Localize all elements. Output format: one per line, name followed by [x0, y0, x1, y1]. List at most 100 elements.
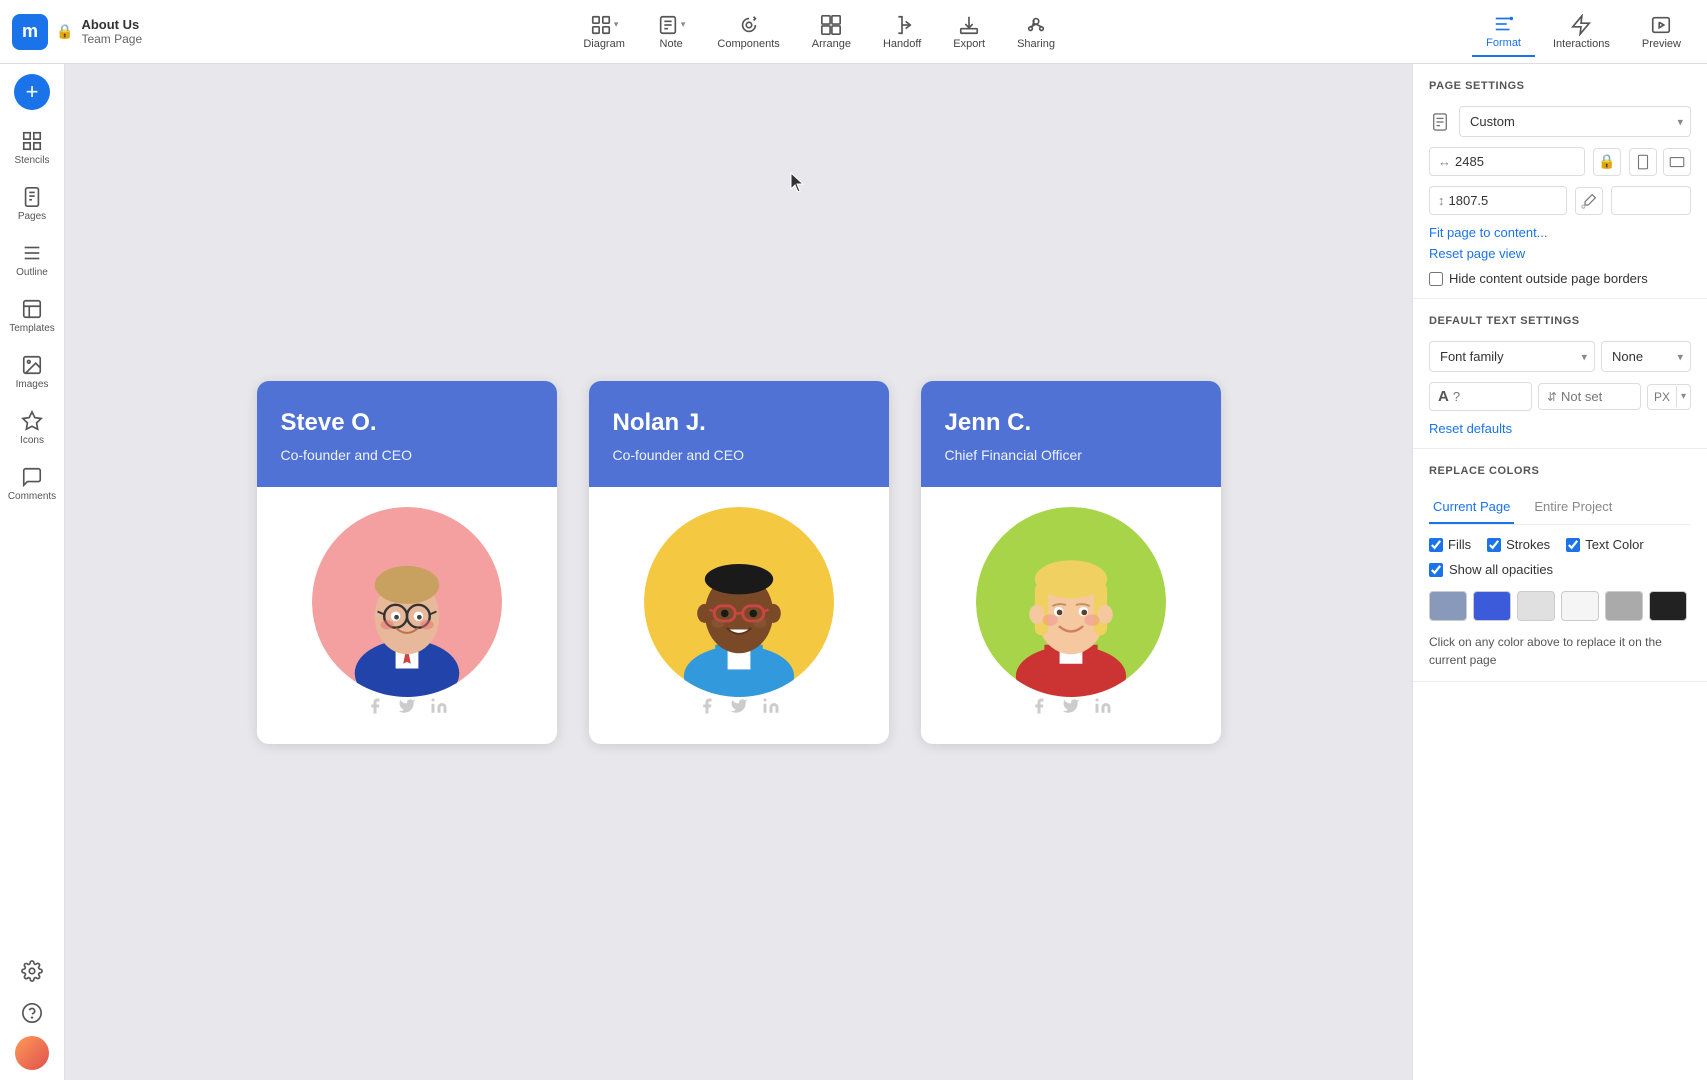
- swatch-very-light-gray[interactable]: [1561, 591, 1599, 621]
- height-input-wrap: ↕: [1429, 186, 1567, 215]
- topbar: m 🔒 About Us Team Page ▾ Diagram ▾ Note: [0, 0, 1707, 64]
- settings-icon: [21, 960, 43, 982]
- page-info: About Us Team Page: [81, 17, 142, 46]
- text-color-check-item: Text Color: [1566, 537, 1644, 552]
- sharing-button[interactable]: Sharing: [1003, 8, 1069, 56]
- text-color-label: Text Color: [1585, 537, 1644, 552]
- canvas[interactable]: Steve O. Co-founder and CEO: [65, 64, 1412, 1080]
- fills-check-item: Fills: [1429, 537, 1471, 552]
- help-icon: [21, 1002, 43, 1024]
- font-family-select[interactable]: Font family Arial Helvetica: [1429, 341, 1595, 372]
- swatch-medium-gray[interactable]: [1605, 591, 1643, 621]
- avatar-nolan: [644, 507, 834, 697]
- avatar-illustration-nolan: [644, 507, 834, 697]
- width-input[interactable]: [1455, 154, 1576, 169]
- fill-row: [1575, 186, 1691, 215]
- reset-view-link[interactable]: Reset page view: [1429, 246, 1691, 261]
- fill-color-picker[interactable]: [1575, 187, 1603, 215]
- font-family-wrapper[interactable]: Font family Arial Helvetica: [1429, 341, 1595, 372]
- reset-defaults-link[interactable]: Reset defaults: [1429, 421, 1691, 436]
- card-header-steve: Steve O. Co-founder and CEO: [257, 381, 557, 487]
- replace-colors-title: REPLACE COLORS: [1429, 465, 1691, 477]
- tab-entire-project[interactable]: Entire Project: [1530, 491, 1616, 524]
- fit-page-link[interactable]: Fit page to content...: [1429, 225, 1691, 240]
- diagram-icon: [590, 14, 612, 36]
- custom-row: Custom A4 Letter: [1429, 106, 1691, 137]
- social-icons-nolan: [698, 697, 780, 720]
- swatch-light-gray[interactable]: [1517, 591, 1555, 621]
- sharing-icon: [1025, 14, 1047, 36]
- note-icon: [657, 14, 679, 36]
- page-settings-section: PAGE SETTINGS Custom A4 Letter ↔: [1413, 64, 1707, 299]
- interactions-icon: [1570, 14, 1592, 36]
- font-size-input[interactable]: [1453, 389, 1503, 404]
- hide-content-checkbox[interactable]: [1429, 272, 1443, 286]
- default-text-settings-section: DEFAULT TEXT SETTINGS Font family Arial …: [1413, 299, 1707, 449]
- custom-select[interactable]: Custom A4 Letter: [1459, 106, 1691, 137]
- custom-select-wrapper[interactable]: Custom A4 Letter: [1459, 106, 1691, 137]
- tab-current-page[interactable]: Current Page: [1429, 491, 1514, 524]
- height-row: ↕: [1429, 186, 1691, 215]
- fills-checkbox[interactable]: [1429, 538, 1443, 552]
- font-style-select[interactable]: None Bold Italic: [1601, 341, 1691, 372]
- swatch-blue-gray[interactable]: [1429, 591, 1467, 621]
- width-icon: ↔: [1438, 154, 1451, 169]
- font-family-row: Font family Arial Helvetica None Bold It…: [1429, 341, 1691, 372]
- unit-caret[interactable]: ▾: [1676, 386, 1690, 407]
- show-opacities-checkbox[interactable]: [1429, 563, 1443, 577]
- handoff-icon: [891, 14, 913, 36]
- sidebar-item-comments[interactable]: Comments: [3, 458, 61, 510]
- swatch-dark[interactable]: [1649, 591, 1687, 621]
- card-name-nolan: Nolan J.: [613, 409, 865, 437]
- sidebar-item-icons[interactable]: Icons: [3, 402, 61, 454]
- swatch-blue[interactable]: [1473, 591, 1511, 621]
- help-button[interactable]: [3, 994, 61, 1032]
- handoff-button[interactable]: Handoff: [869, 8, 935, 56]
- interactions-button[interactable]: Interactions: [1539, 8, 1624, 56]
- strokes-checkbox[interactable]: [1487, 538, 1501, 552]
- font-style-wrapper[interactable]: None Bold Italic: [1601, 341, 1691, 372]
- replace-checkboxes: Fills Strokes Text Color: [1429, 537, 1691, 552]
- note-button[interactable]: ▾ Note: [643, 8, 700, 56]
- line-height-input[interactable]: [1561, 389, 1611, 404]
- page-icon: [1429, 111, 1451, 133]
- card-name-steve: Steve O.: [281, 409, 533, 437]
- preview-button[interactable]: Preview: [1628, 8, 1695, 56]
- avatar-jenn: [976, 507, 1166, 697]
- replace-color-tabs: Current Page Entire Project: [1429, 491, 1691, 525]
- diagram-button[interactable]: ▾ Diagram: [569, 8, 639, 56]
- height-input[interactable]: [1449, 193, 1559, 208]
- sidebar-item-images[interactable]: Images: [3, 346, 61, 398]
- text-color-checkbox[interactable]: [1566, 538, 1580, 552]
- user-avatar[interactable]: [15, 1036, 49, 1070]
- sidebar-item-pages[interactable]: Pages: [3, 178, 61, 230]
- line-height-wrap: ⇵: [1538, 383, 1641, 410]
- diagram-caret: ▾: [614, 19, 619, 30]
- font-size-a-icon: A: [1438, 388, 1449, 405]
- landscape-button[interactable]: [1663, 148, 1691, 176]
- team-card-steve: Steve O. Co-founder and CEO: [257, 381, 557, 744]
- templates-icon: [21, 298, 43, 320]
- width-row: ↔ 🔒: [1429, 147, 1691, 176]
- avatar-steve: [312, 507, 502, 697]
- export-button[interactable]: Export: [939, 8, 999, 56]
- sidebar-bottom: [3, 952, 61, 1070]
- settings-button[interactable]: [3, 952, 61, 990]
- fill-color-input[interactable]: [1611, 186, 1691, 215]
- app-logo: m: [12, 14, 48, 50]
- format-button[interactable]: Format: [1472, 7, 1535, 57]
- sidebar-item-outline[interactable]: Outline: [3, 234, 61, 286]
- add-button[interactable]: +: [14, 74, 50, 110]
- sidebar-item-templates[interactable]: Templates: [3, 290, 61, 342]
- sidebar-item-stencils[interactable]: Stencils: [3, 122, 61, 174]
- show-opacities-row: Show all opacities: [1429, 562, 1691, 577]
- arrange-icon: [820, 14, 842, 36]
- font-size-row: A ⇵ PX ▾: [1429, 382, 1691, 411]
- lock-proportions-button[interactable]: 🔒: [1593, 148, 1621, 176]
- font-size-input-wrap: A: [1429, 382, 1532, 411]
- components-icon: [738, 14, 760, 36]
- arrange-button[interactable]: Arrange: [798, 8, 865, 56]
- components-button[interactable]: Components: [703, 8, 793, 56]
- portrait-button[interactable]: [1629, 148, 1657, 176]
- fills-label: Fills: [1448, 537, 1471, 552]
